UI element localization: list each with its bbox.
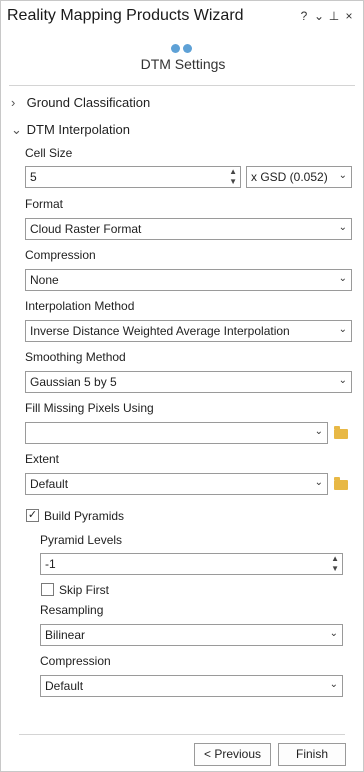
finish-button[interactable]: Finish xyxy=(278,743,346,766)
footer-divider xyxy=(19,734,345,735)
chevron-down-icon: ⌄ xyxy=(338,222,347,233)
cell-size-unit-value: x GSD (0.052) xyxy=(251,170,328,184)
resampling-value: Bilinear xyxy=(45,628,86,642)
fill-missing-pixels-select[interactable]: ⌄ xyxy=(25,422,328,444)
window-title: Reality Mapping Products Wizard xyxy=(7,7,244,24)
cell-size-label: Cell Size xyxy=(25,146,73,160)
resampling-label: Resampling xyxy=(40,603,104,617)
build-pyramids-label: Build Pyramids xyxy=(44,509,125,523)
skip-first-checkbox[interactable] xyxy=(41,583,54,596)
spinner-icon[interactable]: ▲ ▼ xyxy=(229,167,237,187)
compression-label: Compression xyxy=(25,248,96,262)
chevron-down-icon: ⌄ xyxy=(11,122,22,137)
section-ground-classification[interactable]: › Ground Classification xyxy=(11,95,150,110)
build-pyramids-checkbox[interactable]: ✓ xyxy=(26,509,39,522)
chevron-down-icon: ⌄ xyxy=(338,375,347,386)
title-bar-icons: ? ⌄ ⊥ × xyxy=(295,9,355,23)
cell-size-unit-select[interactable]: x GSD (0.052) ⌄ xyxy=(246,166,352,188)
smoothing-method-label: Smoothing Method xyxy=(25,350,126,364)
extent-label: Extent xyxy=(25,452,60,466)
pyramid-compression-value: Default xyxy=(45,679,84,693)
chevron-right-icon: › xyxy=(11,95,16,110)
chevron-down-icon: ⌄ xyxy=(314,477,323,488)
resampling-select[interactable]: Bilinear ⌄ xyxy=(40,624,343,646)
browse-folder-icon[interactable] xyxy=(334,477,348,490)
extent-select[interactable]: Default ⌄ xyxy=(25,473,328,495)
chevron-down-icon: ⌄ xyxy=(329,628,338,639)
interpolation-method-value: Inverse Distance Weighted Average Interp… xyxy=(30,324,290,338)
smoothing-method-select[interactable]: Gaussian 5 by 5 ⌄ xyxy=(25,371,352,393)
pyramid-compression-select[interactable]: Default ⌄ xyxy=(40,675,343,697)
spinner-icon[interactable]: ▲ ▼ xyxy=(331,554,339,574)
wizard-pane: Reality Mapping Products Wizard ? ⌄ ⊥ × DTM… xyxy=(0,0,364,772)
fill-missing-pixels-label: Fill Missing Pixels Using xyxy=(25,401,154,415)
chevron-down-icon: ⌄ xyxy=(338,324,347,335)
chevron-down-icon: ⌄ xyxy=(329,679,338,690)
chevron-down-icon: ⌄ xyxy=(338,170,347,181)
cell-size-value: 5 xyxy=(30,170,37,184)
header-divider xyxy=(9,85,355,86)
pin-icon[interactable]: ⊥ xyxy=(328,9,340,23)
pyramid-compression-label: Compression xyxy=(40,654,111,668)
format-select[interactable]: Cloud Raster Format ⌄ xyxy=(25,218,352,240)
format-label: Format xyxy=(25,197,64,211)
menu-chevron-icon[interactable]: ⌄ xyxy=(313,9,325,23)
interpolation-method-select[interactable]: Inverse Distance Weighted Average Interp… xyxy=(25,320,352,342)
interpolation-method-label: Interpolation Method xyxy=(25,299,135,313)
format-value: Cloud Raster Format xyxy=(30,222,142,236)
pyramid-levels-input[interactable]: -1 ▲ ▼ xyxy=(40,553,343,575)
step-title: DTM Settings xyxy=(140,56,226,72)
chevron-down-icon: ⌄ xyxy=(338,273,347,284)
chevron-down-icon: ⌄ xyxy=(314,426,323,437)
pyramid-levels-value: -1 xyxy=(45,557,56,571)
compression-select[interactable]: None ⌄ xyxy=(25,269,352,291)
browse-folder-icon[interactable] xyxy=(334,426,348,439)
step-dot-icon xyxy=(183,44,192,53)
previous-button[interactable]: < Previous xyxy=(194,743,271,766)
smoothing-method-value: Gaussian 5 by 5 xyxy=(30,375,117,389)
skip-first-label: Skip First xyxy=(59,583,110,597)
extent-value: Default xyxy=(30,477,69,491)
step-indicator xyxy=(171,42,195,56)
section-dtm-interpolation[interactable]: ⌄ DTM Interpolation xyxy=(11,122,130,138)
help-icon[interactable]: ? xyxy=(298,9,310,23)
pyramid-levels-label: Pyramid Levels xyxy=(40,533,123,547)
section-label: Ground Classification xyxy=(26,95,151,110)
close-icon[interactable]: × xyxy=(343,9,355,23)
step-dot-icon xyxy=(171,44,180,53)
section-label: DTM Interpolation xyxy=(26,122,130,137)
compression-value: None xyxy=(30,273,59,287)
cell-size-input[interactable]: 5 ▲ ▼ xyxy=(25,166,241,188)
